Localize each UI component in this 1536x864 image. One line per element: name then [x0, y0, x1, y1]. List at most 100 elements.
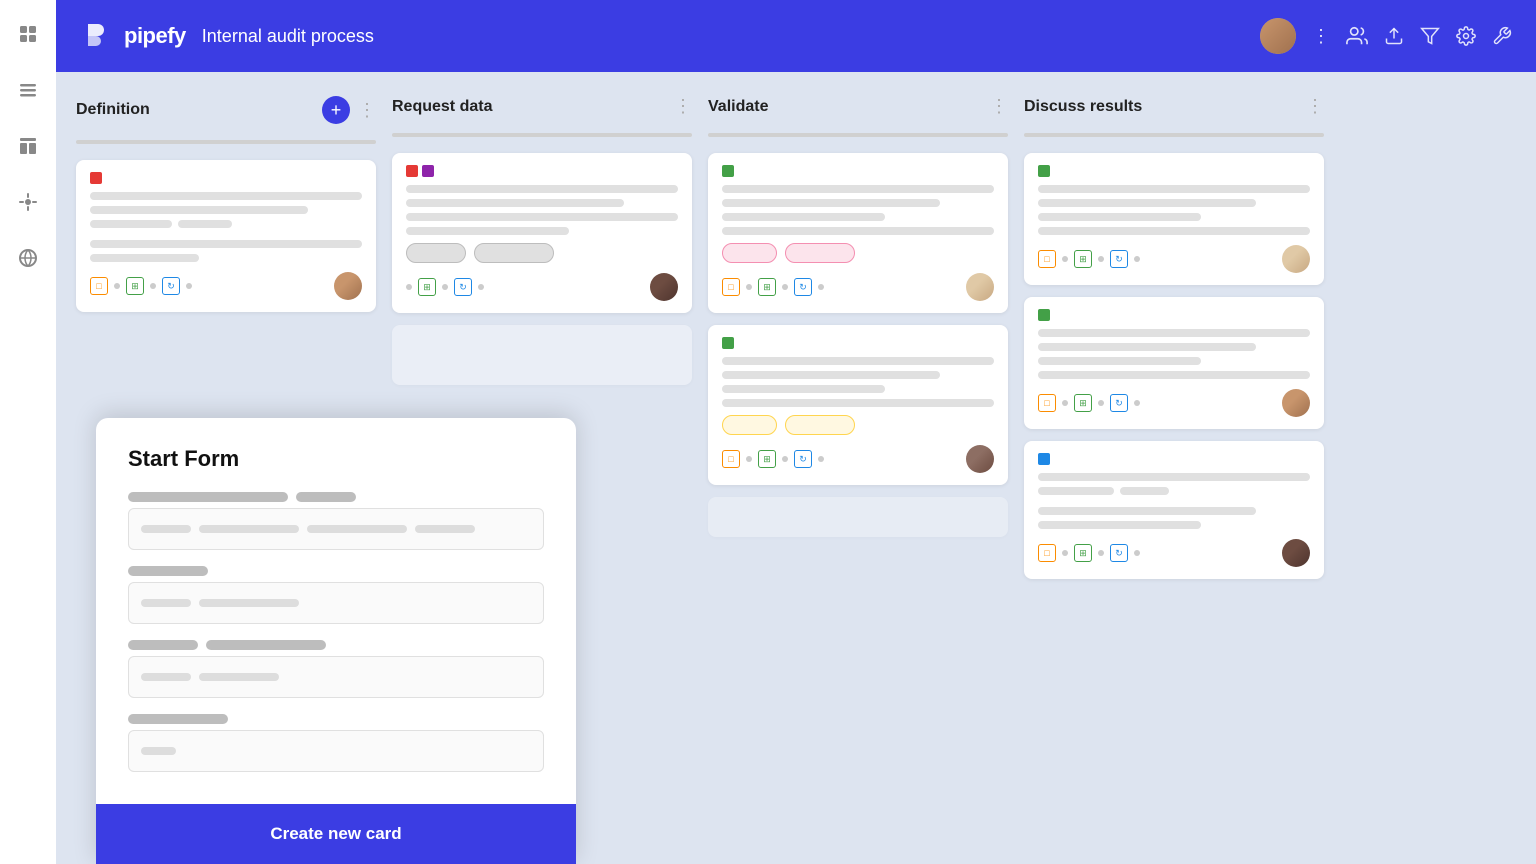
- people-icon[interactable]: [1346, 25, 1368, 47]
- card-icon-1[interactable]: □: [722, 278, 740, 296]
- card-icon-2[interactable]: ⊞: [758, 450, 776, 468]
- card-icon-2[interactable]: ⊞: [1074, 250, 1092, 268]
- pipe-name: Internal audit process: [202, 26, 374, 47]
- column-add-button-definition[interactable]: +: [322, 96, 350, 124]
- form-body: Start Form: [96, 418, 576, 804]
- sidebar-item-automation[interactable]: [10, 184, 46, 220]
- card-icon-3[interactable]: ↻: [1110, 250, 1128, 268]
- tag-red: [90, 172, 102, 184]
- card-icon-3[interactable]: ↻: [162, 277, 180, 295]
- filter-icon[interactable]: [1420, 26, 1440, 46]
- form-field-3: [128, 640, 544, 698]
- card-footer: □ ⊞ ↻: [1038, 389, 1310, 417]
- card-icon-1[interactable]: □: [1038, 394, 1056, 412]
- card-icon-2[interactable]: ↻: [454, 278, 472, 296]
- wrench-icon[interactable]: [1492, 26, 1512, 46]
- main-content: pipefy Internal audit process ⋮ Definiti…: [56, 0, 1536, 864]
- form-input-2[interactable]: [128, 582, 544, 624]
- settings-icon[interactable]: [1456, 26, 1476, 46]
- column-title-request-data: Request data: [392, 98, 666, 116]
- card-val-2: □ ⊞ ↻: [708, 325, 1008, 485]
- sidebar-item-board[interactable]: [10, 16, 46, 52]
- column-line-validate: [708, 133, 1008, 137]
- more-menu-icon[interactable]: ⋮: [1312, 26, 1330, 47]
- column-header-request-data: Request data ⋮: [392, 96, 692, 117]
- card-tags: [90, 172, 362, 184]
- sidebar-item-list[interactable]: [10, 72, 46, 108]
- card-icon-3[interactable]: ↻: [1110, 544, 1128, 562]
- logo: pipefy: [80, 20, 186, 52]
- badge-1: [406, 243, 466, 263]
- tag-green: [722, 337, 734, 349]
- form-label-3: [128, 640, 544, 650]
- sidebar: [0, 0, 56, 864]
- card-icon-3[interactable]: ↻: [794, 278, 812, 296]
- column-header-discuss: Discuss results ⋮: [1024, 96, 1324, 117]
- form-input-3[interactable]: [128, 656, 544, 698]
- form-label-4: [128, 714, 544, 724]
- start-form-modal: Start Form: [96, 418, 576, 864]
- badge-pink-2: [785, 243, 855, 263]
- card-footer: □ ⊞ ↻: [1038, 539, 1310, 567]
- column-line-discuss: [1024, 133, 1324, 137]
- form-field-1: [128, 492, 544, 550]
- column-line-definition: [76, 140, 376, 144]
- card-icon-1[interactable]: ⊞: [418, 278, 436, 296]
- header-actions: ⋮: [1260, 18, 1512, 54]
- column-title-definition: Definition: [76, 101, 314, 119]
- card-req-ghost: [392, 325, 692, 385]
- user-avatar[interactable]: [1260, 18, 1296, 54]
- card-icon-3[interactable]: ↻: [794, 450, 812, 468]
- badge-yellow-1: [722, 415, 777, 435]
- tag-green: [1038, 309, 1050, 321]
- card-icon-1[interactable]: □: [1038, 544, 1056, 562]
- sidebar-item-globe[interactable]: [10, 240, 46, 276]
- column-more-request-data[interactable]: ⋮: [674, 96, 692, 117]
- tag-red: [406, 165, 418, 177]
- column-header-validate: Validate ⋮: [708, 96, 1008, 117]
- sidebar-item-table[interactable]: [10, 128, 46, 164]
- tag-green: [722, 165, 734, 177]
- card-dis-3: □ ⊞ ↻: [1024, 441, 1324, 579]
- column-more-validate[interactable]: ⋮: [990, 96, 1008, 117]
- card-icon-2[interactable]: ⊞: [758, 278, 776, 296]
- card-icon-3[interactable]: ↻: [1110, 394, 1128, 412]
- card-footer: □ ⊞ ↻: [722, 445, 994, 473]
- card-avatar: [1282, 389, 1310, 417]
- card-icon-2[interactable]: ⊞: [126, 277, 144, 295]
- badge-2: [474, 243, 554, 263]
- tag-green: [1038, 165, 1050, 177]
- card-footer: ⊞ ↻: [406, 273, 678, 301]
- card-req-1: ⊞ ↻: [392, 153, 692, 313]
- pipefy-logo-icon: [80, 20, 112, 52]
- form-input-1[interactable]: [128, 508, 544, 550]
- column-more-discuss[interactable]: ⋮: [1306, 96, 1324, 117]
- card-icon-1[interactable]: □: [722, 450, 740, 468]
- card-avatar: [1282, 245, 1310, 273]
- create-new-card-button[interactable]: Create new card: [96, 804, 576, 864]
- card-icon-2[interactable]: ⊞: [1074, 544, 1092, 562]
- column-more-definition[interactable]: ⋮: [358, 100, 376, 121]
- card-icon-1[interactable]: □: [90, 277, 108, 295]
- card-footer: □ ⊞ ↻: [90, 272, 362, 300]
- tag-purple: [422, 165, 434, 177]
- export-icon[interactable]: [1384, 26, 1404, 46]
- badge-yellow-2: [785, 415, 855, 435]
- column-line-request-data: [392, 133, 692, 137]
- form-title: Start Form: [128, 446, 544, 472]
- card-tags: [406, 165, 678, 177]
- card-footer: □ ⊞ ↻: [1038, 245, 1310, 273]
- card-val-1: □ ⊞ ↻: [708, 153, 1008, 313]
- column-header-definition: Definition + ⋮: [76, 96, 376, 124]
- card-avatar: [650, 273, 678, 301]
- card-avatar: [334, 272, 362, 300]
- column-title-validate: Validate: [708, 98, 982, 116]
- form-field-2: [128, 566, 544, 624]
- card-avatar: [1282, 539, 1310, 567]
- form-input-4[interactable]: [128, 730, 544, 772]
- tag-blue: [1038, 453, 1050, 465]
- card-icon-1[interactable]: □: [1038, 250, 1056, 268]
- card-val-ghost: [708, 497, 1008, 537]
- card-icon-2[interactable]: ⊞: [1074, 394, 1092, 412]
- header: pipefy Internal audit process ⋮: [56, 0, 1536, 72]
